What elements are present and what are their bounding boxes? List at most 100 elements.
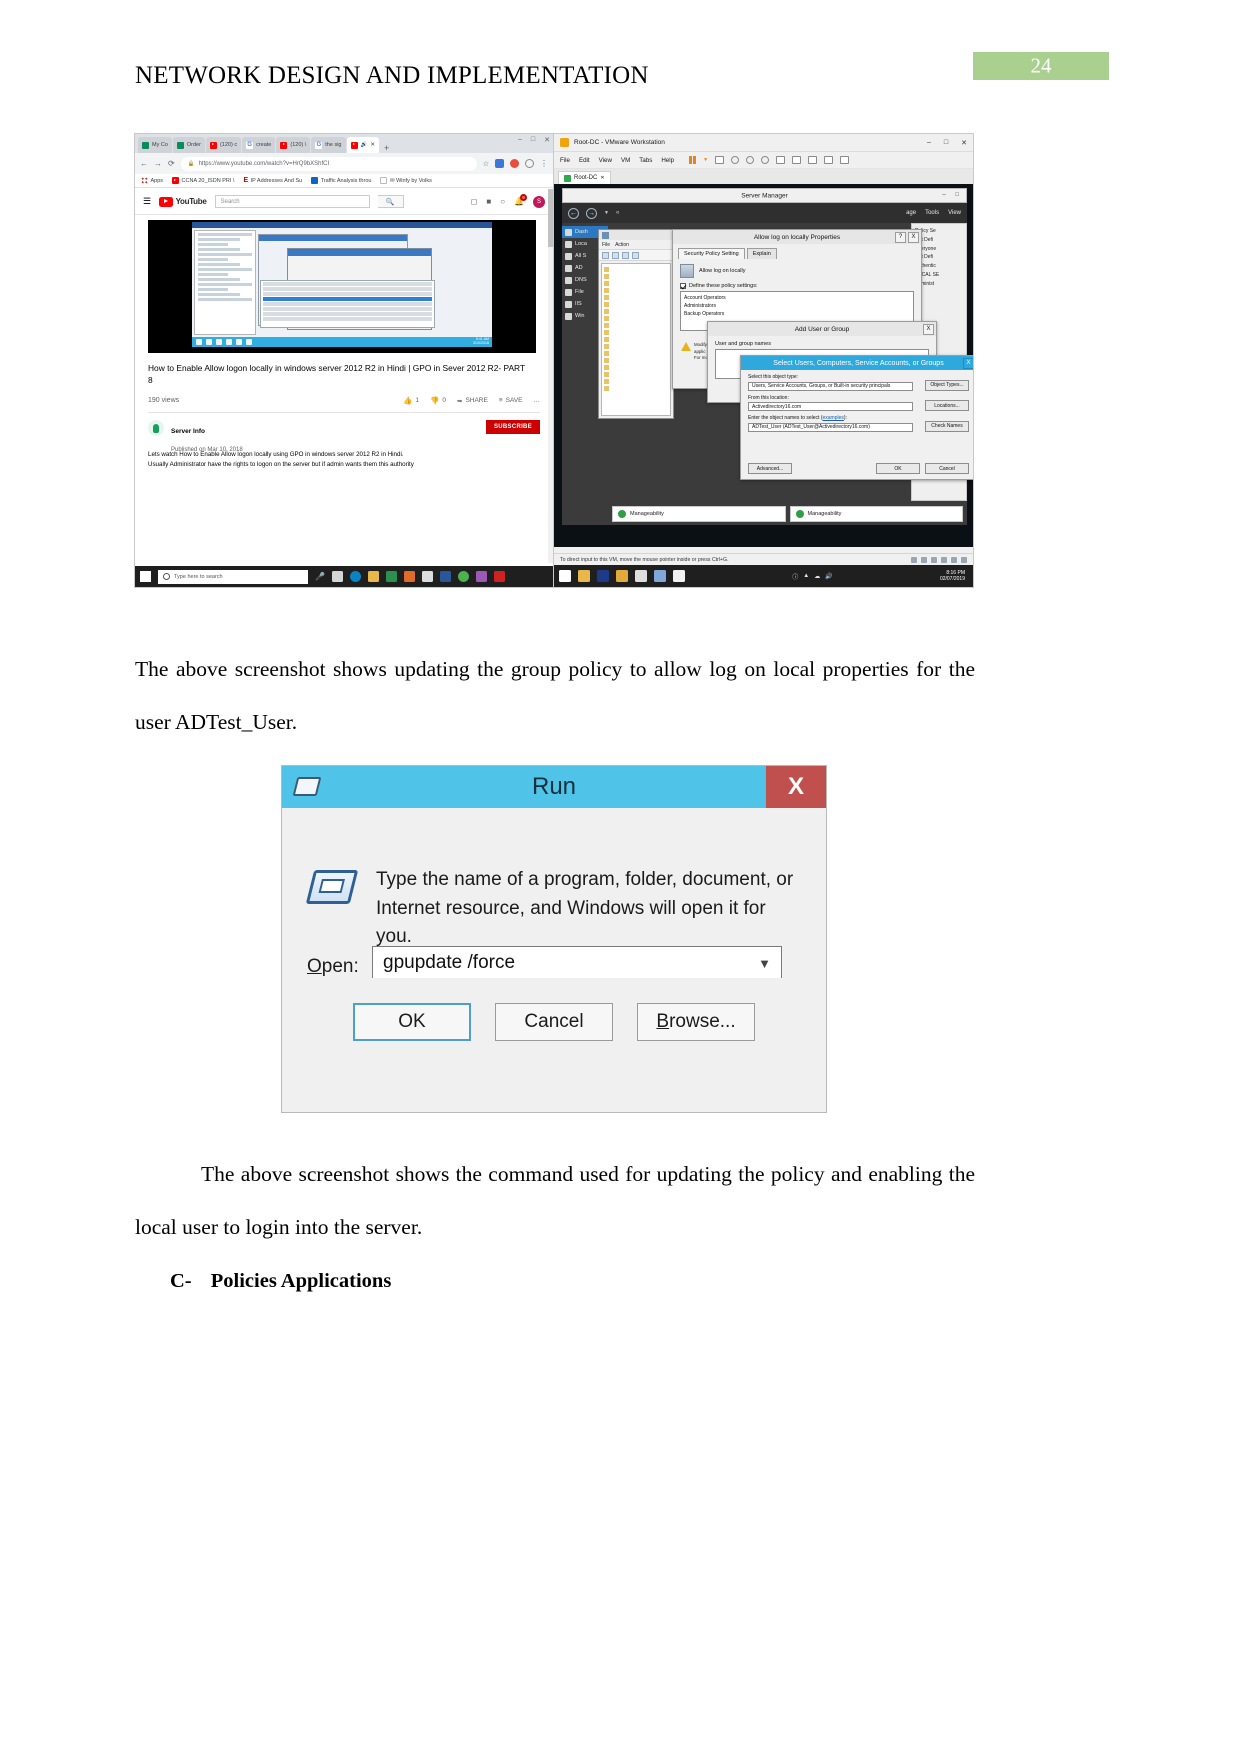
file-explorer-icon[interactable] (578, 570, 590, 582)
chevron-up-icon[interactable]: ▲ (803, 573, 809, 579)
bookmark-item[interactable]: ✉ Winfy by Volks (380, 177, 432, 184)
forward-icon[interactable]: → (586, 207, 597, 219)
vm-guest-screen[interactable]: Server Manager – □ ← → ▼ « age Tools Vie… (554, 184, 973, 547)
close-button[interactable]: X (963, 357, 973, 369)
manageability-card[interactable]: Manageability (789, 506, 963, 522)
up-icon[interactable] (622, 251, 629, 259)
video-camera-icon[interactable]: ◻ (471, 197, 478, 206)
browser-tab[interactable]: Gcreate (242, 137, 276, 153)
close-button[interactable]: X (923, 323, 934, 335)
bookmark-item[interactable]: CCNA 20_ISDN PRI \ (172, 177, 234, 184)
browse-button[interactable]: Browse... (637, 1003, 755, 1041)
youtube-logo[interactable]: YouTube (159, 196, 207, 207)
hamburger-menu-icon[interactable]: ☰ (143, 196, 151, 207)
back-icon[interactable]: ← (568, 207, 579, 219)
search-button[interactable]: 🔍 (377, 195, 404, 208)
bookmark-item[interactable]: Traffic Analysis throu (311, 177, 371, 184)
advanced-button[interactable]: Advanced... (748, 463, 792, 474)
snapshot-icon[interactable] (715, 156, 725, 164)
server-manager-window-controls[interactable]: – □ (942, 192, 963, 198)
extension-icon[interactable] (495, 159, 504, 168)
volume-icon[interactable]: 🔊 (825, 573, 832, 580)
browser-tab[interactable]: My Co (138, 137, 172, 153)
help-button[interactable]: ? (895, 231, 906, 243)
folder-icon[interactable] (367, 571, 379, 582)
store-icon[interactable] (385, 571, 397, 582)
powershell-icon[interactable] (597, 570, 609, 582)
apps-grid-icon[interactable]: ■ (486, 197, 491, 206)
channel-avatar[interactable] (148, 420, 164, 436)
close-icon[interactable]: ✕ (961, 139, 967, 147)
usb-icon[interactable] (931, 556, 937, 563)
chevron-down-icon[interactable]: ▼ (604, 210, 609, 216)
menu-view[interactable]: View (599, 157, 612, 164)
take-snapshot-icon[interactable] (761, 156, 770, 164)
ok-button[interactable]: OK (353, 1003, 471, 1041)
object-types-button[interactable]: Object Types... (925, 379, 969, 391)
close-button[interactable]: X (908, 231, 919, 243)
more-actions-button[interactable]: … (534, 397, 541, 404)
examples-link[interactable]: examples (822, 415, 843, 421)
address-input[interactable]: 🔒 https://www.youtube.com/watch?v=HrQ9bX… (180, 156, 477, 171)
maximize-icon[interactable]: □ (944, 139, 948, 147)
preferences-icon[interactable] (840, 156, 850, 164)
pause-icon[interactable] (689, 156, 697, 164)
network-icon[interactable] (921, 556, 927, 563)
browser-tab[interactable]: Gthe sig (311, 137, 346, 153)
properties-icon[interactable] (632, 251, 639, 259)
tab-explain[interactable]: Explain (746, 248, 777, 259)
fullscreen-icon[interactable] (808, 156, 818, 164)
star-icon[interactable]: ☆ (483, 160, 489, 168)
run-command-input[interactable]: gpupdate /force ▼ (372, 946, 782, 980)
bookmark-item[interactable]: E IP Addresses And Su (243, 177, 302, 184)
show-console-icon[interactable] (792, 156, 802, 164)
vm-tab-root-dc[interactable]: Root-DC ✕ (558, 171, 611, 184)
new-tab-button[interactable]: + (384, 144, 389, 153)
network-icon[interactable]: ☁ (814, 573, 820, 580)
menu-file[interactable]: File (560, 157, 570, 164)
bookmark-item[interactable]: Apps (141, 177, 163, 184)
minimize-icon[interactable]: – (927, 139, 931, 147)
snapshot-manager-icon[interactable] (746, 156, 755, 164)
page-scrollbar[interactable] (548, 189, 553, 563)
object-names-input[interactable]: ADTest_User (ADTest_User@Activedirectory… (748, 422, 913, 432)
check-names-button[interactable]: Check Names (925, 420, 969, 432)
menu-file[interactable]: File (602, 242, 610, 248)
browser-tab[interactable]: (120) c (205, 137, 242, 153)
close-button[interactable]: X (766, 766, 826, 808)
mail-icon[interactable] (403, 571, 415, 582)
extension-icon[interactable] (510, 159, 519, 168)
manageability-card[interactable]: Manageability (612, 506, 786, 522)
search-input[interactable]: Search (214, 195, 370, 208)
edge-icon[interactable] (349, 571, 361, 582)
define-policy-checkbox-row[interactable]: Define these policy settings: (673, 278, 921, 291)
printer-icon[interactable] (951, 556, 957, 563)
minimize-icon[interactable]: – (518, 136, 522, 144)
maximize-icon[interactable]: □ (531, 136, 535, 144)
avatar[interactable]: S (533, 195, 545, 208)
menu-tools[interactable]: Tools (925, 210, 939, 216)
chevron-down-icon[interactable]: ▼ (703, 157, 708, 163)
acrobat-icon[interactable] (493, 571, 505, 582)
taskbar-search-input[interactable]: Type here to search (158, 569, 308, 584)
cancel-button[interactable]: Cancel (495, 1003, 613, 1041)
like-button[interactable]: 👍 1 (403, 396, 419, 405)
cancel-button[interactable]: Cancel (925, 463, 969, 474)
menu-vm[interactable]: VM (621, 157, 630, 164)
dislike-button[interactable]: 👎 0 (430, 396, 446, 405)
show-library-icon[interactable] (776, 156, 786, 164)
more-vertical-icon[interactable]: ⋮ (540, 159, 548, 168)
word-icon[interactable] (439, 571, 451, 582)
back-icon[interactable] (602, 251, 609, 259)
menu-action[interactable]: Action (615, 242, 629, 248)
video-player[interactable]: 5:41 AM 3/10/2018 (148, 220, 536, 353)
object-type-input[interactable]: Users, Service Accounts, Groups, or Buil… (748, 381, 913, 391)
help-icon[interactable]: ⓘ (792, 572, 798, 581)
forward-icon[interactable]: → (154, 159, 162, 168)
calculator-icon[interactable] (421, 571, 433, 582)
back-icon[interactable]: ← (140, 159, 148, 168)
browser-tab[interactable]: (120) \ (276, 137, 311, 153)
microphone-icon[interactable]: 🎤 (315, 572, 325, 581)
list-item[interactable]: Backup Operators (684, 310, 910, 318)
windows-start-icon[interactable] (140, 571, 151, 582)
